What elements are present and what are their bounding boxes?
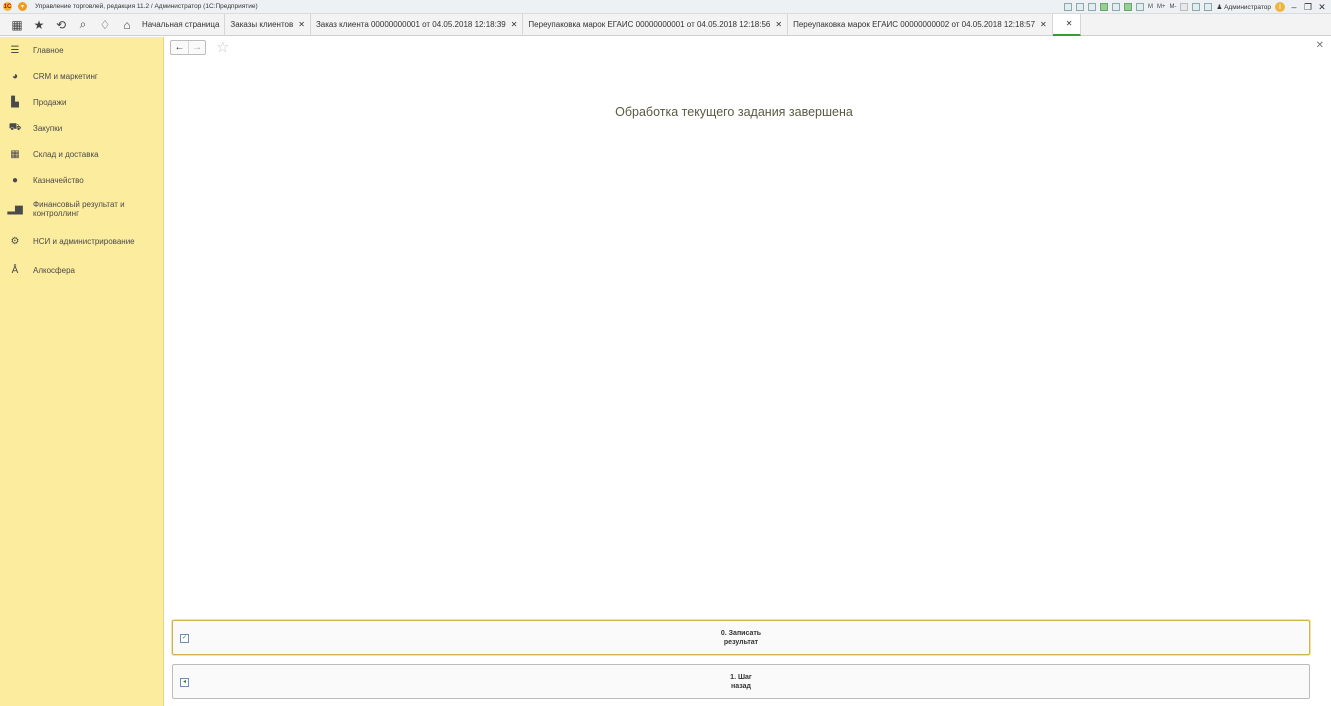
- main-menu-icon[interactable]: ▾: [18, 2, 27, 11]
- current-user[interactable]: ♟ Администратор: [1216, 3, 1271, 11]
- notification-bell-icon[interactable]: ♢: [95, 15, 115, 35]
- nav-buttons: ← →: [170, 40, 206, 55]
- tab-current[interactable]: ✕: [1052, 13, 1082, 36]
- back-arrow-icon[interactable]: ←: [171, 41, 188, 54]
- sidebar-item-alcosphere[interactable]: Å Алкосфера: [0, 257, 163, 283]
- user-icon: ♟: [1216, 4, 1223, 11]
- save-document-icon: ✓: [180, 634, 189, 643]
- sidebar-item-crm[interactable]: ◕ CRM и маркетинг: [0, 63, 163, 89]
- preview-icon[interactable]: [1087, 3, 1096, 11]
- calendar-icon[interactable]: [1135, 3, 1144, 11]
- minimize-icon[interactable]: –: [1289, 2, 1299, 12]
- sidebar-item-purchases[interactable]: ⛟ Закупки: [0, 115, 163, 141]
- gear-icon: ⚙: [10, 235, 20, 247]
- menu-icon: ☰: [10, 44, 20, 56]
- button-label: 1. Шаг назад: [730, 673, 752, 691]
- tab-client-orders[interactable]: Заказы клиентов ✕: [225, 13, 311, 36]
- button-label: 0. Записать результат: [721, 629, 761, 647]
- info-icon[interactable]: i: [1275, 2, 1285, 12]
- sidebar-item-label: Главное: [33, 45, 64, 55]
- forward-arrow-icon[interactable]: →: [188, 41, 205, 54]
- app-logo-icon: 1С: [3, 2, 12, 11]
- tab-close-icon[interactable]: ✕: [1066, 19, 1073, 28]
- pie-chart-icon: ◕: [11, 70, 19, 82]
- sidebar-item-admin[interactable]: ⚙ НСИ и администрирование: [0, 225, 163, 257]
- panels-icon[interactable]: [1204, 3, 1213, 11]
- money-icon: ●: [11, 174, 19, 186]
- close-form-icon[interactable]: ✕: [1316, 40, 1324, 51]
- save-icon[interactable]: [1099, 3, 1108, 11]
- button-label-line1: 0. Записать: [720, 629, 762, 637]
- tab-repacking-2[interactable]: Переупаковка марок ЕГАИС 00000000002 от …: [788, 13, 1053, 36]
- sidebar-item-label: Склад и доставка: [33, 149, 99, 159]
- tab-label: Переупаковка марок ЕГАИС 00000000002 от …: [793, 20, 1036, 29]
- tab-label: Заказы клиентов: [230, 20, 294, 29]
- sidebar-item-label: CRM и маркетинг: [33, 71, 98, 81]
- apps-grid-icon[interactable]: ▦: [7, 15, 27, 35]
- sidebar-item-main[interactable]: ☰ Главное: [0, 37, 163, 63]
- tab-close-icon[interactable]: ✕: [298, 20, 305, 29]
- sidebar-item-label: Продажи: [33, 97, 67, 107]
- main-content: ← → ☆ ✕ Обработка текущего задания завер…: [165, 37, 1331, 706]
- search-icon[interactable]: ⌕: [73, 15, 93, 35]
- toolbar: ▦ ★ ⟲ ⌕ ♢ ⌂ Начальная страница Заказы кл…: [0, 13, 1331, 36]
- tab-label: Начальная страница: [142, 20, 220, 29]
- navigation-bar: ← → ☆: [170, 40, 229, 55]
- tab-close-icon[interactable]: ✕: [775, 20, 782, 29]
- sidebar-item-label: Казначейство: [33, 175, 84, 185]
- button-label-line2: назад: [731, 682, 751, 690]
- sidebar-item-label: Финансовый результат и контроллинг: [33, 200, 125, 218]
- sidebar-item-warehouse[interactable]: ▦ Склад и доставка: [0, 141, 163, 167]
- history-icon[interactable]: ⟲: [51, 15, 71, 35]
- title-bar-tools: M M+ M- ♟ Администратор i – ❐ ✕: [1063, 1, 1327, 13]
- window-title-bar: 1С ▾ Управление торговлей, редакция 11.2…: [0, 0, 1331, 14]
- bottle-icon: Å: [11, 264, 19, 276]
- button-label-line2: результат: [723, 638, 759, 646]
- sidebar-item-label: НСИ и администрирование: [33, 236, 135, 246]
- restore-icon[interactable]: ❐: [1303, 2, 1313, 13]
- sidebar-item-label: Закупки: [33, 123, 63, 133]
- print-icon[interactable]: [1075, 3, 1084, 11]
- window-icon[interactable]: [1192, 3, 1201, 11]
- tab-home-page[interactable]: Начальная страница: [137, 13, 226, 36]
- document-icon[interactable]: [1063, 3, 1072, 11]
- attach-icon[interactable]: [1111, 3, 1120, 11]
- memory-plus-button[interactable]: M+: [1157, 4, 1166, 10]
- tab-label: Заказ клиента 00000000001 от 04.05.2018 …: [315, 20, 506, 29]
- sidebar-item-label: Алкосфера: [33, 265, 75, 275]
- tab-close-icon[interactable]: ✕: [1040, 20, 1047, 29]
- close-window-icon[interactable]: ✕: [1317, 2, 1327, 13]
- calculator-icon[interactable]: [1123, 3, 1132, 11]
- tab-repacking-1[interactable]: Переупаковка марок ЕГАИС 00000000001 от …: [523, 13, 789, 36]
- step-back-button[interactable]: ◂ 1. Шаг назад: [172, 664, 1310, 699]
- button-label-line1: 1. Шаг: [730, 673, 752, 681]
- tab-bar: Начальная страница Заказы клиентов ✕ Зак…: [137, 13, 1082, 36]
- memory-minus-button[interactable]: M-: [1169, 4, 1176, 10]
- favorites-star-icon[interactable]: ★: [29, 15, 49, 35]
- home-icon[interactable]: ⌂: [117, 15, 137, 35]
- window-title: Управление торговлей, редакция 11.2 / Ад…: [35, 3, 258, 10]
- page-heading: Обработка текущего задания завершена: [615, 105, 853, 119]
- favorite-star-icon[interactable]: ☆: [216, 40, 229, 55]
- cart-icon: ⛟: [8, 121, 22, 133]
- bag-icon: ▙: [11, 96, 19, 108]
- sidebar-item-sales[interactable]: ▙ Продажи: [0, 89, 163, 115]
- step-back-icon: ◂: [180, 678, 189, 687]
- warehouse-icon: ▦: [10, 148, 20, 160]
- sidebar-item-treasury[interactable]: ● Казначейство: [0, 167, 163, 193]
- tab-client-order[interactable]: Заказ клиента 00000000001 от 04.05.2018 …: [311, 13, 524, 36]
- bar-chart-icon: ▂▆: [7, 203, 23, 215]
- user-name: Администратор: [1224, 4, 1271, 11]
- sidebar-item-finance[interactable]: ▂▆ Финансовый результат и контроллинг: [0, 193, 163, 225]
- sidebar: ☰ Главное ◕ CRM и маркетинг ▙ Продажи ⛟ …: [0, 37, 164, 706]
- tab-close-icon[interactable]: ✕: [511, 20, 518, 29]
- tab-label: Переупаковка марок ЕГАИС 00000000001 от …: [528, 20, 771, 29]
- memory-m-button[interactable]: M: [1148, 4, 1153, 10]
- save-result-button[interactable]: ✓ 0. Записать результат: [172, 620, 1310, 655]
- zoom-icon[interactable]: [1180, 3, 1189, 11]
